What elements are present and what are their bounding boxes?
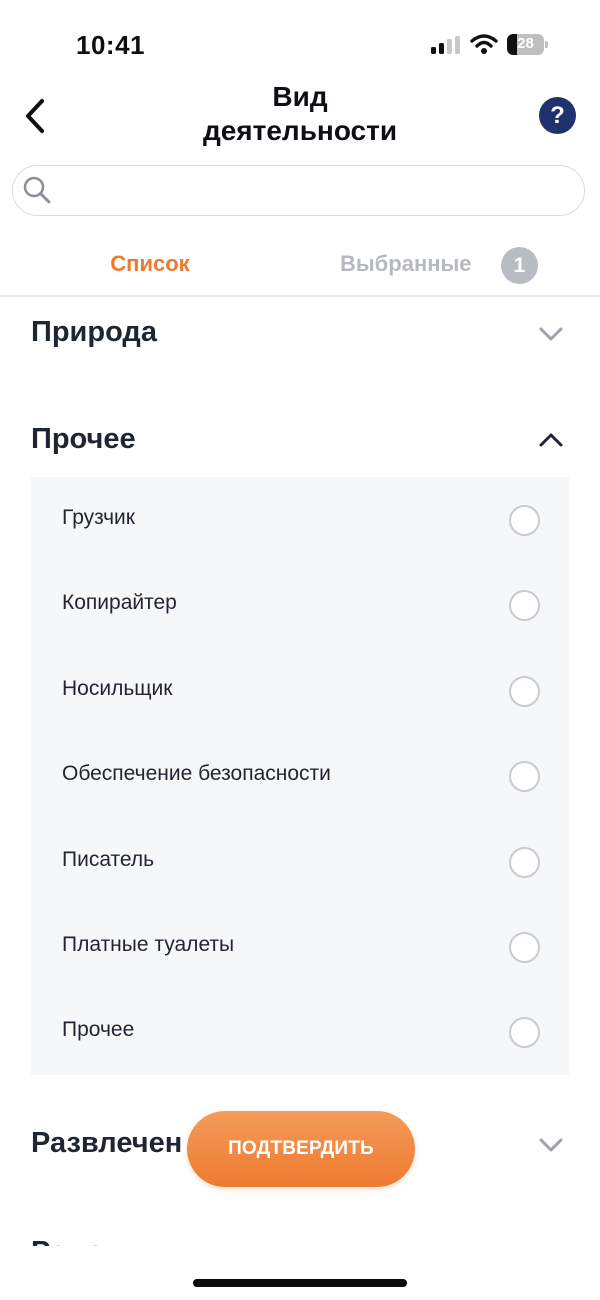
section-title-nature[interactable]: Природа (31, 316, 157, 349)
cellular-signal-icon (431, 36, 461, 54)
chevron-up-icon[interactable] (538, 432, 564, 448)
section-title-entertainment[interactable]: Развлечен (31, 1127, 182, 1160)
radio-button[interactable] (509, 1017, 540, 1048)
back-chevron-icon[interactable] (22, 96, 50, 136)
list-item-label[interactable]: Носильщик (62, 677, 172, 701)
page-title: Вид деятельности (150, 80, 450, 148)
wifi-icon (470, 34, 498, 54)
battery-icon: 28 (507, 34, 549, 55)
list-item-label[interactable]: Грузчик (62, 506, 135, 530)
radio-button[interactable] (509, 847, 540, 878)
search-field[interactable] (12, 165, 585, 216)
list-item-label[interactable]: Обеспечение безопасности (62, 762, 331, 786)
chevron-down-icon[interactable] (538, 326, 564, 342)
radio-button[interactable] (509, 590, 540, 621)
confirm-button[interactable]: ПОДТВЕРДИТЬ (187, 1111, 415, 1187)
list-item-label[interactable]: Платные туалеты (62, 933, 234, 957)
radio-button[interactable] (509, 932, 540, 963)
list-item-label[interactable]: Прочее (62, 1018, 134, 1042)
tab-selected[interactable]: Выбранные (340, 251, 472, 277)
status-time: 10:41 (76, 30, 145, 60)
page-title-line1: Вид (272, 81, 328, 112)
radio-button[interactable] (509, 505, 540, 536)
list-item-label[interactable]: Писатель (62, 848, 154, 872)
section-repair-clipped[interactable]: Ремонт (31, 1232, 571, 1246)
page-title-line2: деятельности (202, 115, 398, 146)
battery-percent: 28 (517, 35, 534, 52)
help-button[interactable]: ? (539, 97, 576, 134)
section-title-repair: Ремонт (31, 1236, 136, 1246)
chevron-down-icon[interactable] (538, 1137, 564, 1153)
section-title-other[interactable]: Прочее (31, 423, 136, 456)
tabs-divider (0, 295, 600, 297)
list-item-label[interactable]: Копирайтер (62, 591, 177, 615)
radio-button[interactable] (509, 761, 540, 792)
home-indicator (193, 1279, 407, 1287)
radio-button[interactable] (509, 676, 540, 707)
tab-list[interactable]: Список (60, 251, 240, 277)
search-input[interactable] (71, 174, 565, 208)
search-icon (23, 176, 51, 204)
selected-count-badge: 1 (501, 247, 538, 284)
